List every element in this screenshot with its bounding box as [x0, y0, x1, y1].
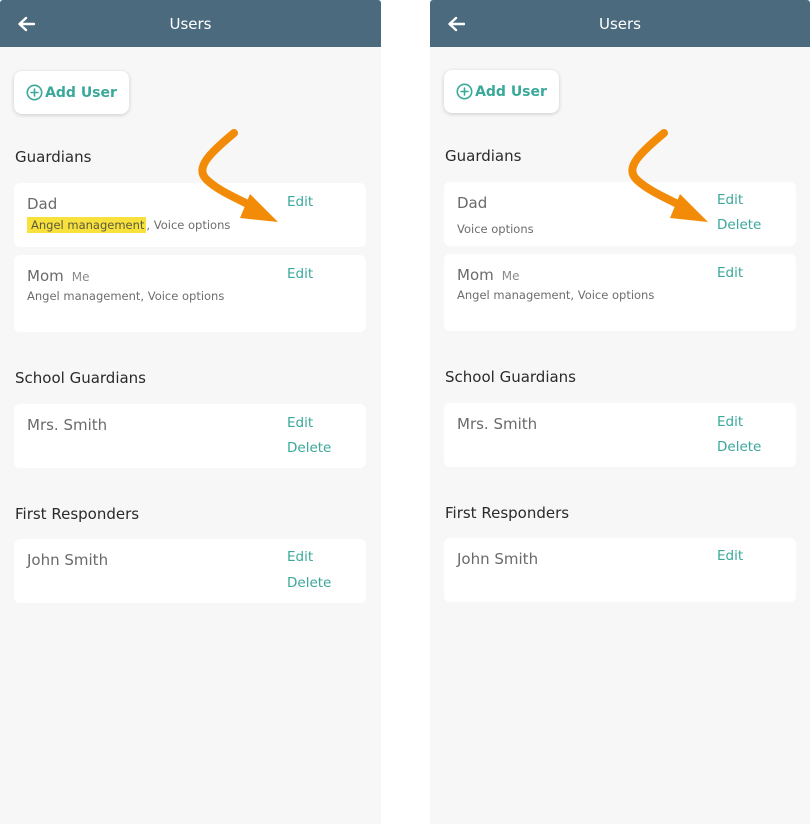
delete-button[interactable]: Delete — [717, 217, 761, 233]
user-name-row: Mom Me — [457, 266, 519, 284]
section-title-guardians: Guardians — [15, 148, 92, 166]
edit-button[interactable]: Edit — [287, 194, 313, 210]
add-user-button[interactable]: Add User — [14, 71, 129, 114]
back-button[interactable] — [14, 12, 38, 36]
edit-button[interactable]: Edit — [287, 266, 313, 282]
user-card-john-smith: John Smith Edit Delete — [14, 539, 366, 603]
plus-circle-icon — [456, 83, 473, 100]
arrow-left-icon — [448, 16, 465, 32]
edit-button[interactable]: Edit — [717, 192, 743, 208]
delete-button[interactable]: Delete — [287, 440, 331, 456]
highlighted-permission: Angel management — [27, 217, 147, 233]
user-card-mrs-smith: Mrs. Smith Edit Delete — [444, 403, 796, 467]
user-card-john-smith: John Smith Edit — [444, 538, 796, 602]
delete-button[interactable]: Delete — [287, 575, 331, 591]
user-name: John Smith — [27, 551, 109, 569]
arrow-left-icon — [18, 16, 35, 32]
user-card-dad: Dad Voice options Edit Delete — [444, 182, 796, 246]
page-title: Users — [598, 14, 641, 33]
permissions-text: Angel management, Voice options — [27, 289, 225, 303]
user-name: Dad — [457, 194, 488, 212]
section-title-school-guardians: School Guardians — [445, 368, 576, 386]
section-title-guardians: Guardians — [445, 147, 522, 165]
user-name: Mom — [27, 267, 64, 285]
user-name-row: Mom Me — [27, 267, 89, 285]
header: Users — [0, 0, 381, 47]
add-user-label: Add User — [475, 83, 547, 100]
page-title: Users — [169, 14, 212, 33]
user-card-mom: Mom Me Angel management, Voice options Ed… — [444, 254, 796, 331]
user-name: Mrs. Smith — [27, 416, 108, 434]
permissions-text: Voice options — [457, 222, 534, 236]
section-title-first-responders: First Responders — [15, 505, 140, 523]
header: Users — [430, 0, 810, 47]
edit-button[interactable]: Edit — [287, 415, 313, 431]
edit-button[interactable]: Edit — [717, 265, 743, 281]
user-name: Dad — [27, 195, 58, 213]
user-card-mom: Mom Me Angel management, Voice options Ed… — [14, 255, 366, 332]
edit-button[interactable]: Edit — [287, 549, 313, 565]
add-user-label: Add User — [45, 84, 117, 101]
user-name: Mrs. Smith — [457, 415, 538, 433]
delete-button[interactable]: Delete — [717, 439, 761, 455]
screen-after: Users Add User Guardians Dad Voice optio… — [430, 0, 810, 824]
me-tag: Me — [501, 269, 520, 283]
permissions-text: Angel management, Voice options — [457, 288, 655, 302]
plus-circle-icon — [26, 84, 43, 101]
user-card-dad: Dad Angel management, Voice options Edit — [14, 183, 366, 247]
user-name: Mom — [457, 266, 494, 284]
add-user-button[interactable]: Add User — [444, 70, 559, 113]
edit-button[interactable]: Edit — [717, 548, 743, 564]
user-name: John Smith — [457, 550, 539, 568]
section-title-school-guardians: School Guardians — [15, 369, 146, 387]
permissions-text: Angel management, Voice options — [27, 217, 230, 233]
section-title-first-responders: First Responders — [445, 504, 570, 522]
edit-button[interactable]: Edit — [717, 414, 743, 430]
user-card-mrs-smith: Mrs. Smith Edit Delete — [14, 404, 366, 468]
screen-before: Users Add User Guardians Dad Angel manag… — [0, 0, 381, 824]
back-button[interactable] — [444, 12, 468, 36]
me-tag: Me — [71, 270, 90, 284]
